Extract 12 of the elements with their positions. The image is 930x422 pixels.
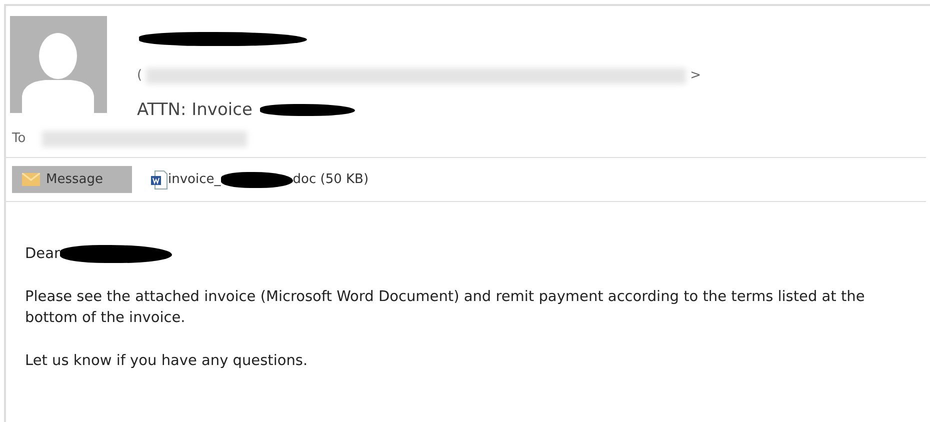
- document-icon: [150, 170, 168, 190]
- to-label: To: [12, 130, 26, 148]
- message-tab[interactable]: Message: [12, 166, 132, 194]
- attachment-tab[interactable]: invoice_ doc (50 KB): [140, 166, 379, 194]
- envelope-icon: [22, 173, 40, 186]
- body-paragraph: Please see the attached invoice (Microsoft Word Document) and remit payment according to the terms listed at the bottom of the invoice.: [25, 288, 866, 328]
- bracket-text: (: [137, 67, 142, 85]
- bracket-text: >: [690, 67, 701, 85]
- greeting-text: Dear: [25, 244, 60, 264]
- email-subject: ATTN: Invoice: [137, 98, 252, 122]
- body-paragraph: Let us know if you have any questions.: [25, 352, 309, 371]
- avatar-icon: [10, 16, 107, 113]
